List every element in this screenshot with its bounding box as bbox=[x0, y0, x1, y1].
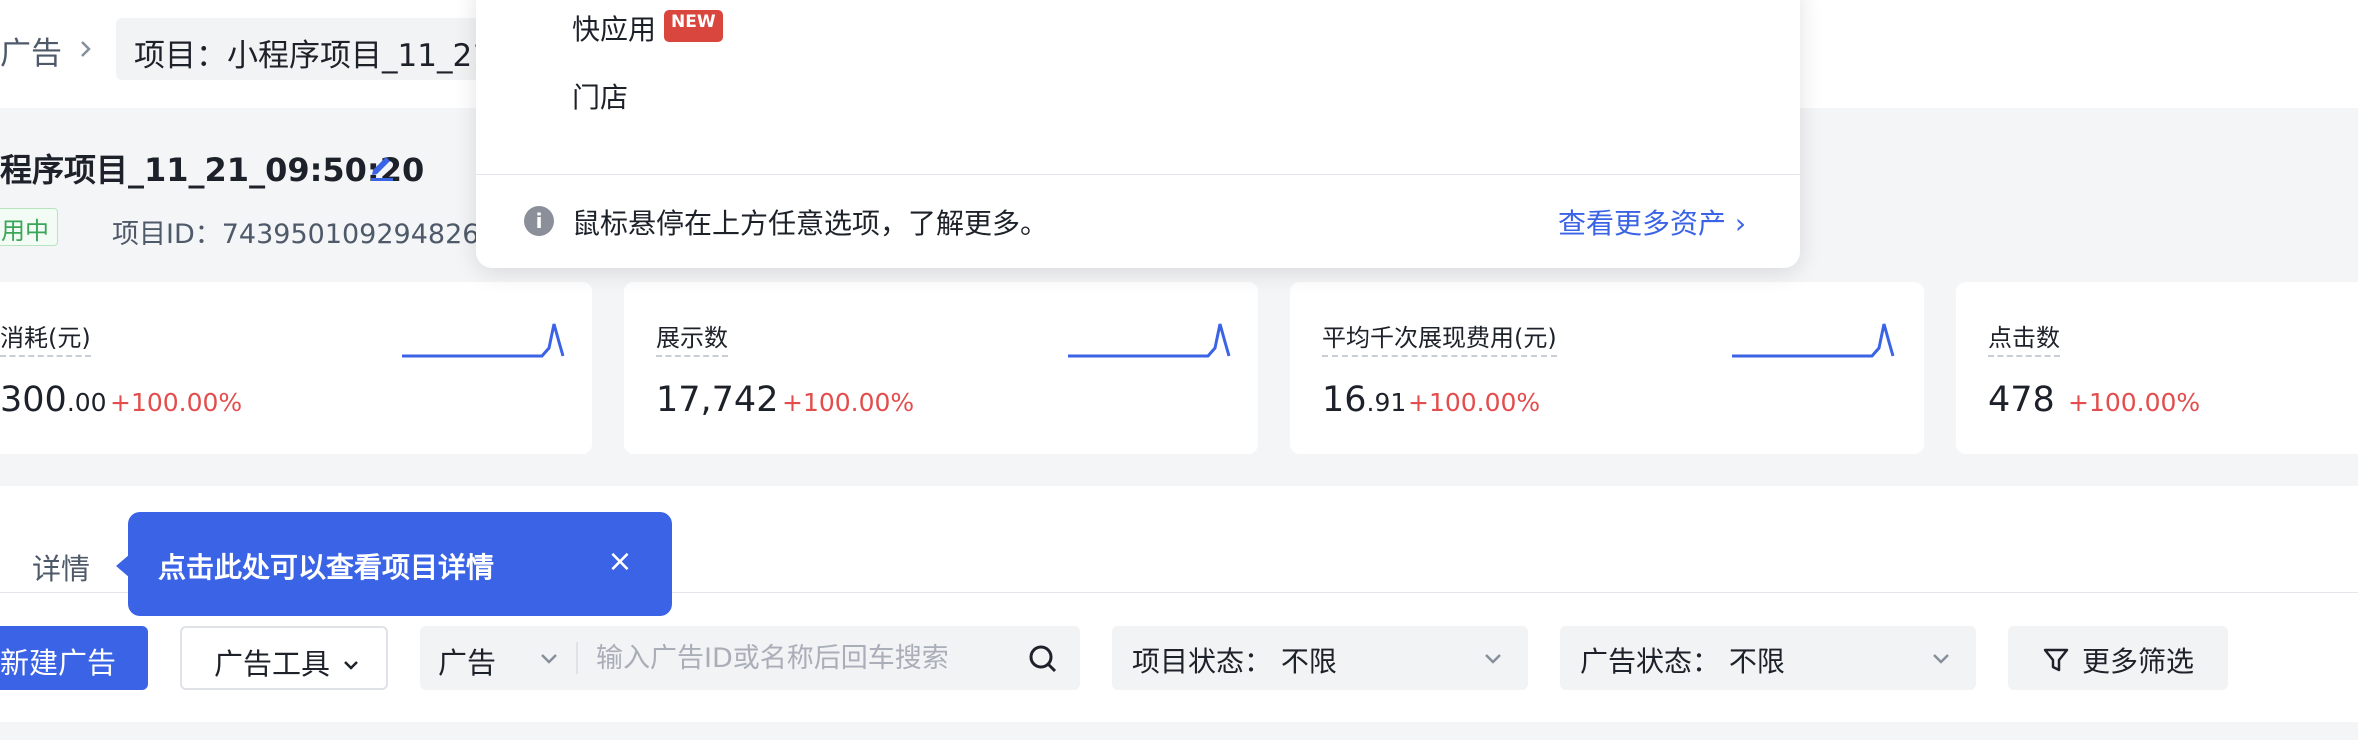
guide-tooltip: 点击此处可以查看项目详情 × bbox=[128, 512, 672, 616]
ad-status-select[interactable]: 广告状态： 不限 bbox=[1560, 626, 1976, 690]
search-divider bbox=[576, 642, 578, 674]
search-icon[interactable] bbox=[1026, 642, 1060, 676]
new-ad-button[interactable]: 新建广告 bbox=[0, 626, 148, 690]
new-badge: NEW bbox=[664, 10, 723, 42]
metric-label: 点击数 bbox=[1988, 318, 2060, 357]
chevron-down-icon bbox=[344, 661, 359, 670]
metric-change: +100.00% bbox=[1408, 388, 1541, 417]
metric-card-impressions[interactable]: 展示数 17,742 +100.00% bbox=[624, 282, 1258, 454]
metric-value: 17,742 bbox=[656, 380, 779, 420]
chevron-down-icon bbox=[1933, 654, 1949, 664]
metric-value: 478 bbox=[1988, 380, 2055, 420]
metric-value: 16.91 bbox=[1322, 380, 1407, 420]
metric-label: 平均千次展现费用(元) bbox=[1322, 318, 1557, 357]
chevron-down-icon bbox=[1485, 654, 1501, 664]
search-type-select[interactable]: 广告 bbox=[438, 640, 496, 682]
breadcrumb-project[interactable]: 项目：小程序项目_11_21 bbox=[116, 18, 516, 80]
ad-tools-label: 广告工具 bbox=[214, 647, 331, 681]
ad-tools-button[interactable]: 广告工具 bbox=[180, 626, 388, 690]
metric-value: 300.00 bbox=[0, 380, 107, 420]
project-id: 项目ID：7439501092948262 bbox=[112, 219, 497, 250]
chevron-right-icon bbox=[81, 41, 91, 57]
filter-icon bbox=[2043, 648, 2069, 672]
sparkline bbox=[1732, 323, 1895, 358]
popover-item-quick-app[interactable]: 快应用 bbox=[572, 8, 656, 48]
ad-status-label: 广告状态： 不限 bbox=[1580, 645, 1785, 678]
popover-item-store[interactable]: 门店 bbox=[572, 76, 628, 116]
search-input[interactable] bbox=[596, 638, 1016, 678]
metric-card-clicks[interactable]: 点击数 478 +100.00% bbox=[1956, 282, 2358, 454]
chevron-down-icon[interactable] bbox=[538, 648, 560, 670]
tab-detail[interactable]: 详情 bbox=[32, 546, 90, 588]
ad-search: 广告 bbox=[420, 626, 1080, 690]
more-filters-label: 更多筛选 bbox=[2082, 645, 2195, 678]
breadcrumb-ads-link[interactable]: 广告 bbox=[0, 28, 62, 73]
metric-label: 消耗(元) bbox=[0, 318, 91, 357]
metric-change: +100.00% bbox=[782, 388, 915, 417]
metric-change: +100.00% bbox=[110, 388, 243, 417]
metric-card-cost[interactable]: 消耗(元) 300.00 +100.00% bbox=[0, 282, 592, 454]
more-filters-button[interactable]: 更多筛选 bbox=[2008, 626, 2228, 690]
metric-change: +100.00% bbox=[2068, 388, 2201, 417]
breadcrumb-project-label: 项目：小程序项目_11_21 bbox=[134, 38, 492, 74]
sparkline bbox=[1068, 323, 1231, 358]
close-icon[interactable]: × bbox=[602, 544, 638, 580]
tooltip-text: 点击此处可以查看项目详情 bbox=[158, 551, 495, 584]
sparkline bbox=[402, 323, 565, 358]
project-status-label: 项目状态： 不限 bbox=[1132, 645, 1337, 678]
metric-card-cpm[interactable]: 平均千次展现费用(元) 16.91 +100.00% bbox=[1290, 282, 1924, 454]
popover-divider bbox=[476, 174, 1800, 175]
project-title: 程序项目_11_21_09:50:20 bbox=[0, 151, 425, 189]
status-badge: 用中 bbox=[0, 208, 58, 246]
asset-popover: 快应用 NEW 门店 i 鼠标悬停在上方任意选项，了解更多。 查看更多资产 › bbox=[476, 0, 1800, 268]
popover-hint: 鼠标悬停在上方任意选项，了解更多。 bbox=[572, 207, 1049, 240]
edit-icon[interactable] bbox=[367, 148, 397, 182]
view-more-assets-link[interactable]: 查看更多资产 › bbox=[1558, 202, 1746, 242]
metric-label: 展示数 bbox=[656, 318, 728, 357]
project-status-select[interactable]: 项目状态： 不限 bbox=[1112, 626, 1528, 690]
info-icon: i bbox=[524, 206, 554, 236]
